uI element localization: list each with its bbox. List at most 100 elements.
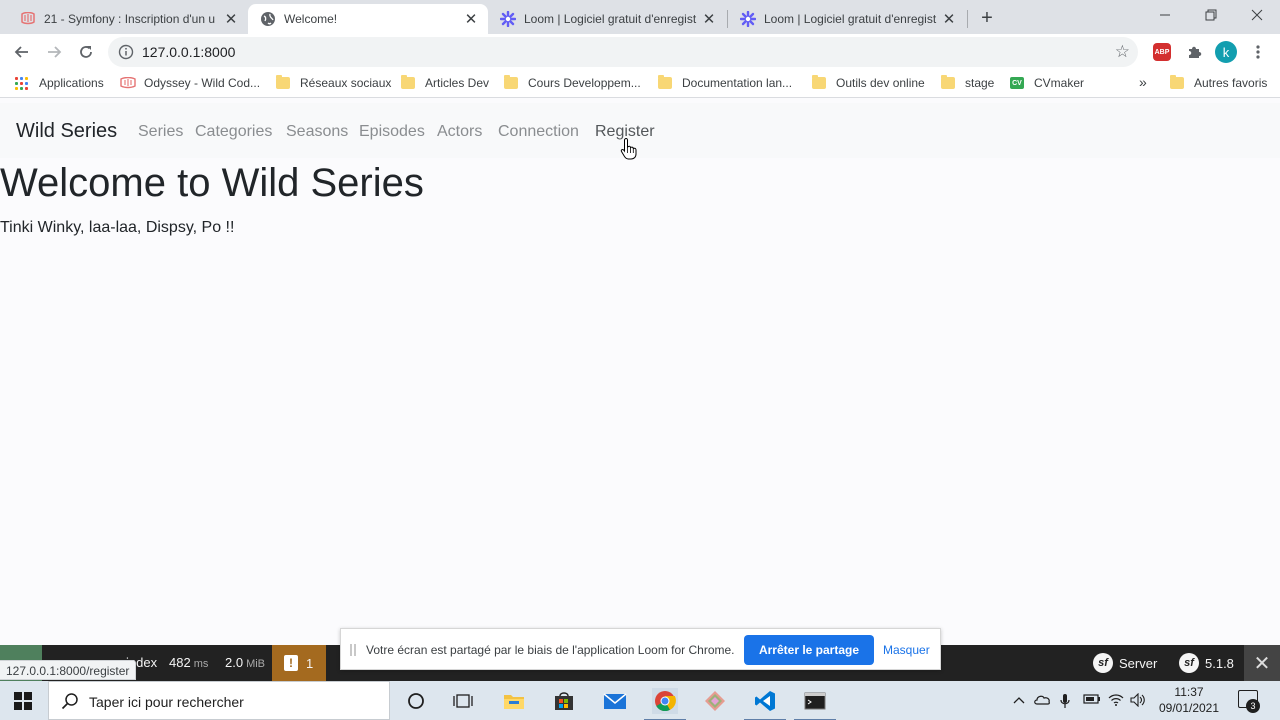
tab-loom-1[interactable]: Loom | Logiciel gratuit d'enregist ✕ [488,4,726,34]
new-tab-button[interactable]: + [975,6,999,30]
page-title: Welcome to Wild Series [0,161,424,205]
loom-icon [500,11,516,27]
restore-button[interactable] [1188,0,1234,30]
close-tab-icon[interactable]: ✕ [700,10,718,28]
profile-avatar[interactable]: k [1215,41,1237,63]
version-panel[interactable]: sf 5.1.8 [1179,653,1234,673]
tab-title: Loom | Logiciel gratuit d'enregist [764,12,937,26]
bookmark-stage[interactable]: stage [941,75,994,90]
folder-icon [658,75,672,89]
volume-icon[interactable] [1130,692,1146,710]
taskbar-search[interactable]: Taper ici pour rechercher [48,681,390,720]
bookmark-cvmaker[interactable]: CV CVmaker [1010,76,1084,90]
bookmark-articles-dev[interactable]: Articles Dev [401,75,489,90]
file-explorer-icon[interactable] [501,688,527,714]
url-text[interactable]: 127.0.0.1:8000 [142,44,235,60]
globe-icon [260,11,276,27]
hide-button[interactable]: Masquer [883,643,930,657]
screen-share-bar: Votre écran est partagé par le biais de … [340,628,941,670]
close-window-button[interactable] [1234,0,1280,30]
wifi-icon[interactable] [1108,693,1124,710]
bookmarks-overflow-button[interactable]: » [1139,74,1147,90]
terminal-icon[interactable] [794,688,836,720]
nav-link-series[interactable]: Series [138,123,183,141]
cortana-icon[interactable] [403,688,429,714]
bookmark-autres-favoris[interactable]: Autres favoris [1170,75,1267,90]
site-brand[interactable]: Wild Series [16,120,117,143]
symfony-logo-icon: sf [1179,653,1199,673]
bookmark-applications[interactable]: Applications [15,76,104,90]
vscode-icon[interactable] [744,688,786,720]
forward-button[interactable] [40,38,68,66]
windows-taskbar: Taper ici pour rechercher 11:37 09/01/20… [0,681,1280,720]
hand-cursor-icon [620,138,637,160]
stop-sharing-button[interactable]: Arrêter le partage [744,635,874,665]
folder-icon [812,75,826,89]
folder-icon [1170,75,1184,89]
reload-button[interactable] [72,38,100,66]
warning-icon: ! [284,655,298,671]
tab-welcome[interactable]: Welcome! ✕ [248,4,488,34]
adblock-extension-icon[interactable]: ABP [1152,42,1172,62]
close-toolbar-button[interactable]: ✕ [1244,645,1280,681]
warnings-panel[interactable]: ! 1 [272,645,326,681]
bookmark-cours-developpement[interactable]: Cours Developpem... [504,75,641,90]
menu-kebab-icon[interactable] [1248,42,1268,62]
tab-title: 21 - Symfony : Inscription d'un u [44,12,216,26]
bookmarks-bar: Applications Odyssey - Wild Cod... Résea… [0,70,1280,98]
tab-title: Loom | Logiciel gratuit d'enregist [524,12,697,26]
loom-icon [740,11,756,27]
address-bar[interactable]: 127.0.0.1:8000 ☆ [108,37,1138,67]
browser-toolbar: 127.0.0.1:8000 ☆ ABP k [0,34,1280,70]
battery-icon[interactable] [1083,693,1101,707]
extensions-puzzle-icon[interactable] [1184,42,1204,62]
tray-chevron-icon[interactable] [1013,693,1025,707]
tab-separator [967,10,968,28]
mail-icon[interactable] [602,688,628,714]
odyssey-icon [20,11,36,27]
info-icon[interactable] [118,44,134,60]
close-tab-icon[interactable]: ✕ [462,10,480,28]
bookmark-outils-dev[interactable]: Outils dev online [812,75,925,90]
bookmark-reseaux-sociaux[interactable]: Réseaux sociaux [276,75,391,90]
cv-icon: CV [1010,77,1024,89]
nav-link-categories[interactable]: Categories [195,123,272,141]
windows-start-icon[interactable] [14,692,32,710]
close-tab-icon[interactable]: ✕ [940,10,958,28]
store-icon[interactable] [551,688,577,714]
task-view-icon[interactable] [450,688,476,714]
close-tab-icon[interactable]: ✕ [222,10,240,28]
link-status-url: 127.0.0.1:8000/register [0,660,137,680]
folder-icon [504,75,518,89]
bookmark-odyssey[interactable]: Odyssey - Wild Cod... [120,76,260,90]
page-subtitle: Tinki Winky, laa-laa, Dispsy, Po !! [0,219,235,236]
browser-tab-strip: 21 - Symfony : Inscription d'un u ✕ Welc… [0,0,1280,34]
nav-link-actors[interactable]: Actors [437,123,482,141]
notification-count-badge: 3 [1246,699,1260,713]
folder-icon [941,75,955,89]
bookmark-star-icon[interactable]: ☆ [1115,42,1130,62]
search-icon [61,693,78,710]
nav-link-episodes[interactable]: Episodes [359,123,425,141]
tab-symfony-inscription[interactable]: 21 - Symfony : Inscription d'un u ✕ [8,4,248,34]
drag-handle-icon[interactable] [350,644,356,656]
gitkraken-icon[interactable] [702,688,728,714]
symfony-logo-icon: sf [1093,653,1113,673]
tab-loom-2[interactable]: Loom | Logiciel gratuit d'enregist ✕ [728,4,966,34]
nav-link-seasons[interactable]: Seasons [286,123,348,141]
chrome-taskbar-icon[interactable] [644,688,686,720]
nav-link-connection[interactable]: Connection [498,123,579,141]
folder-icon [401,75,415,89]
back-button[interactable] [8,38,36,66]
server-panel[interactable]: sf Server [1093,653,1157,673]
minimize-button[interactable] [1142,0,1188,30]
site-navbar: Wild Series Series Categories Seasons Ep… [0,103,1280,158]
memory-panel[interactable]: 2.0 MiB [225,655,265,670]
odyssey-icon [120,76,136,89]
timing-panel[interactable]: 482 ms [169,655,208,670]
share-message: Votre écran est partagé par le biais de … [366,643,735,657]
taskbar-clock[interactable]: 11:37 09/01/2021 [1150,684,1228,716]
microphone-icon[interactable] [1060,693,1070,712]
bookmark-documentation[interactable]: Documentation lan... [658,75,792,90]
onedrive-icon[interactable] [1033,693,1051,708]
